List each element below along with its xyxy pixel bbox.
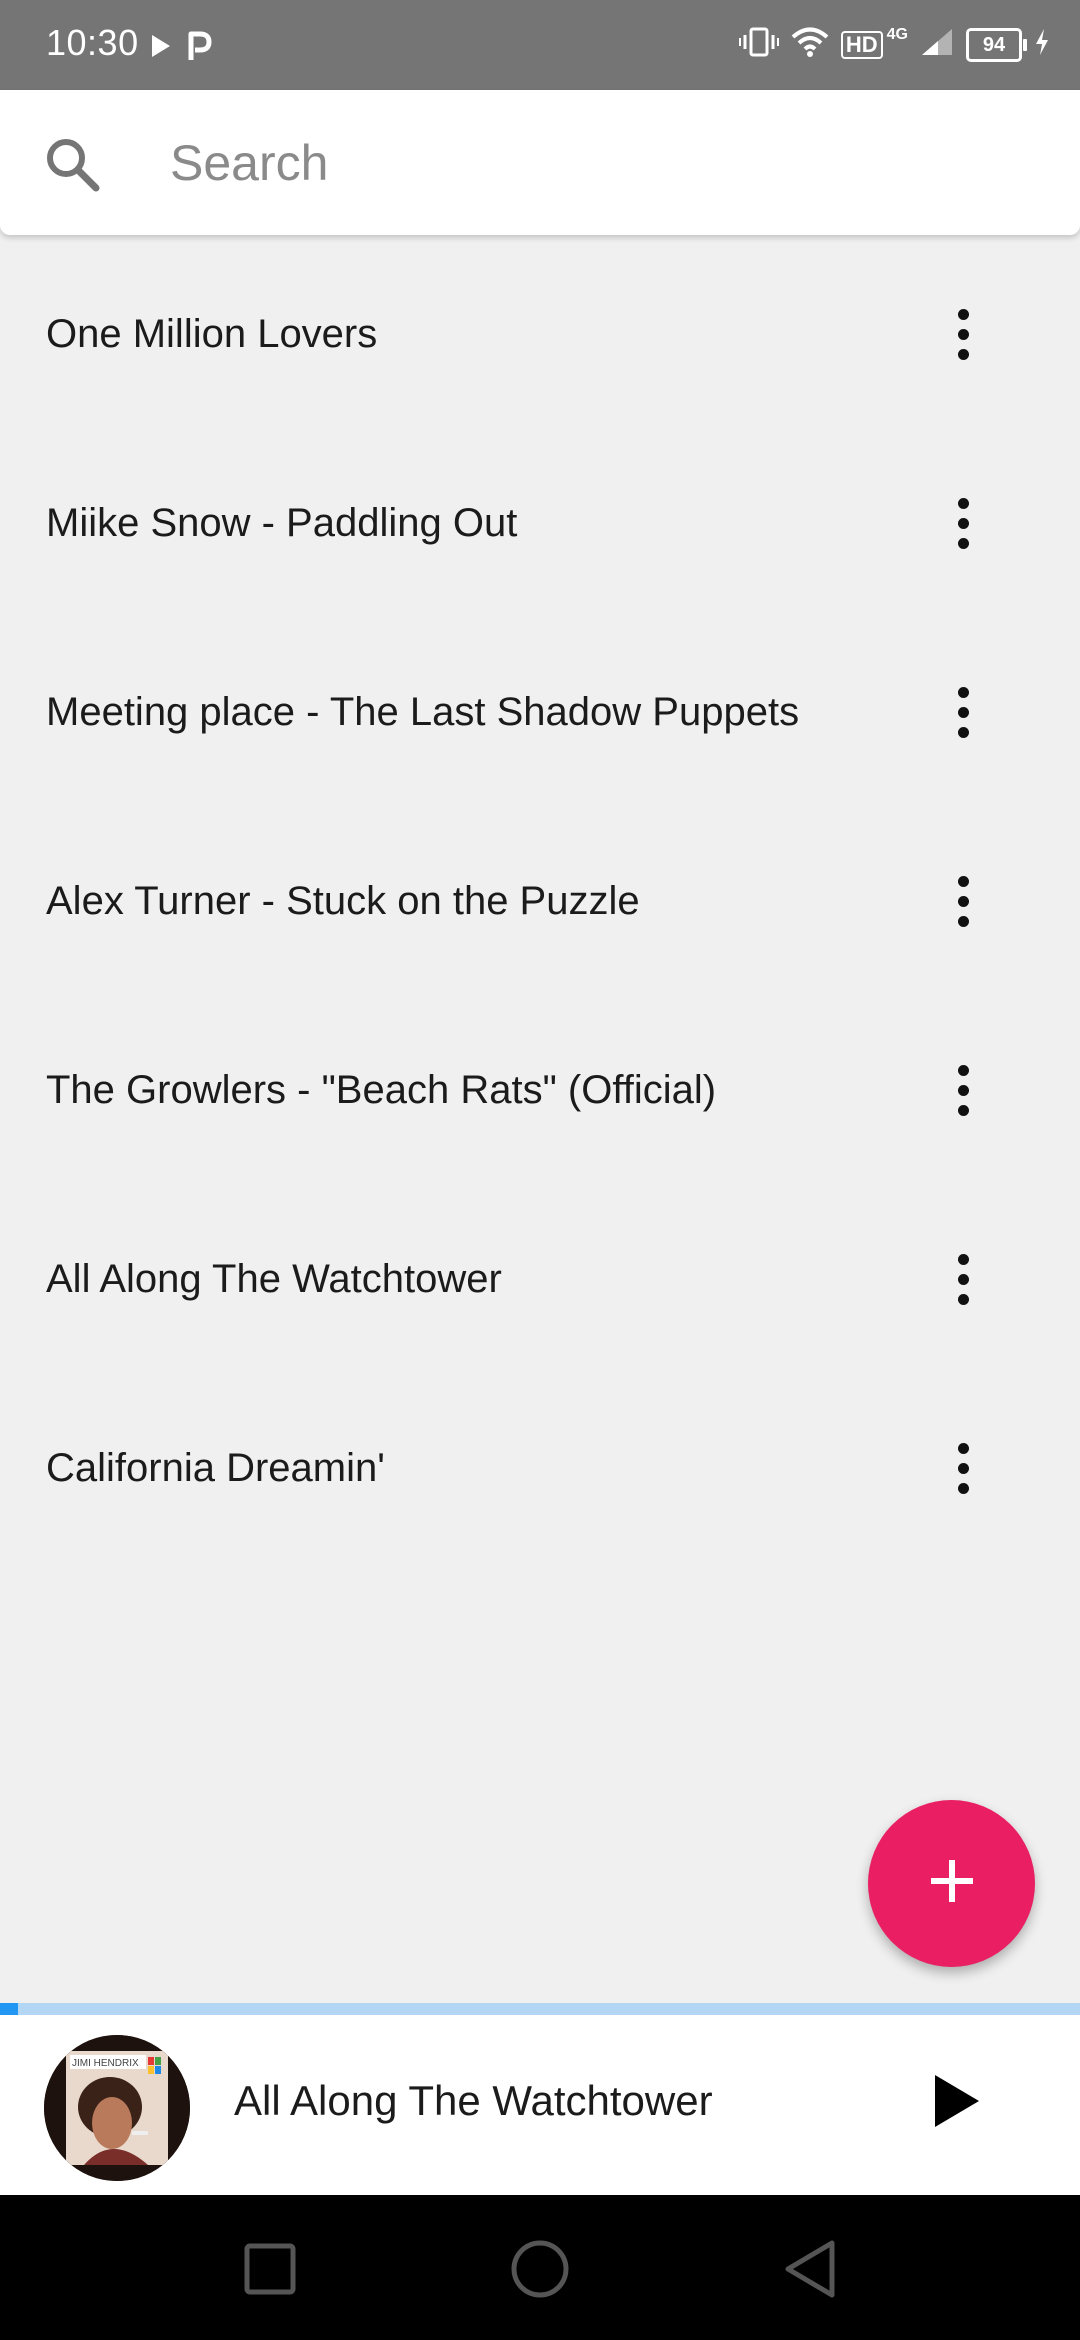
now-playing-bar[interactable]: JIMI HENDRIX All Along The Watchtower [0, 2015, 1080, 2195]
song-item[interactable]: One Million Lovers [0, 240, 1080, 429]
album-art-text: JIMI HENDRIX [72, 2058, 139, 2069]
song-list: One Million Lovers Miike Snow - Paddling… [0, 240, 1080, 1563]
song-item[interactable]: California Dreamin' [0, 1374, 1080, 1563]
more-options-icon[interactable] [935, 673, 991, 753]
more-options-icon[interactable] [935, 1240, 991, 1320]
recents-button[interactable] [230, 2231, 310, 2311]
screen: 10:30 HD 4G 94 Search One Million Lovers… [0, 0, 1080, 2340]
song-title: All Along The Watchtower [46, 1257, 502, 1301]
song-title: Miike Snow - Paddling Out [46, 501, 518, 545]
home-button[interactable] [500, 2231, 580, 2311]
more-options-icon[interactable] [935, 1429, 991, 1509]
song-title: One Million Lovers [46, 312, 378, 356]
now-playing-title: All Along The Watchtower [234, 2077, 713, 2124]
back-button[interactable] [770, 2231, 850, 2311]
song-item[interactable]: All Along The Watchtower [0, 1185, 1080, 1374]
status-time: 10:30 [46, 22, 139, 63]
song-title: Alex Turner - Stuck on the Puzzle [46, 879, 640, 923]
add-song-button[interactable] [868, 1800, 1035, 1967]
playback-progress-bar[interactable] [0, 2003, 1080, 2015]
network-type: 4G [886, 25, 908, 43]
search-input[interactable] [168, 126, 1032, 200]
song-item[interactable]: The Growlers - "Beach Rats" (Official) [0, 996, 1080, 1185]
song-title: Meeting place - The Last Shadow Puppets [46, 690, 800, 734]
more-options-icon[interactable] [935, 484, 991, 564]
plus-icon [927, 1856, 977, 1911]
hd-label: HD [840, 30, 883, 59]
system-nav-bar [0, 2195, 1080, 2340]
signal-icon [920, 27, 954, 62]
search-bar [0, 90, 1080, 235]
song-item[interactable]: Miike Snow - Paddling Out [0, 429, 1080, 618]
play-button[interactable] [916, 2063, 996, 2143]
recents-icon [243, 2242, 297, 2301]
song-item[interactable]: Alex Turner - Stuck on the Puzzle [0, 807, 1080, 996]
search-icon[interactable] [42, 134, 102, 194]
status-right-icons: HD 4G 94 [738, 25, 1050, 63]
status-bar: 10:30 HD 4G 94 [0, 0, 1080, 90]
more-options-icon[interactable] [935, 862, 991, 942]
album-art: JIMI HENDRIX [44, 2035, 190, 2181]
home-icon [510, 2239, 570, 2304]
song-title: California Dreamin' [46, 1446, 385, 1490]
play-icon [931, 2073, 981, 2134]
song-item[interactable]: Meeting place - The Last Shadow Puppets [0, 618, 1080, 807]
playback-progress-fill [0, 2003, 19, 2015]
charging-icon [1034, 28, 1050, 61]
back-icon [782, 2239, 838, 2304]
play-indicator-icon [150, 33, 172, 64]
vibrate-icon [738, 26, 779, 63]
status-left-icons [150, 30, 212, 67]
song-title: The Growlers - "Beach Rats" (Official) [46, 1068, 717, 1112]
more-options-icon[interactable] [935, 1051, 991, 1131]
wifi-icon [791, 26, 829, 63]
more-options-icon[interactable] [935, 295, 991, 375]
parking-app-icon [186, 30, 212, 67]
battery-indicator: 94 [966, 27, 1027, 62]
